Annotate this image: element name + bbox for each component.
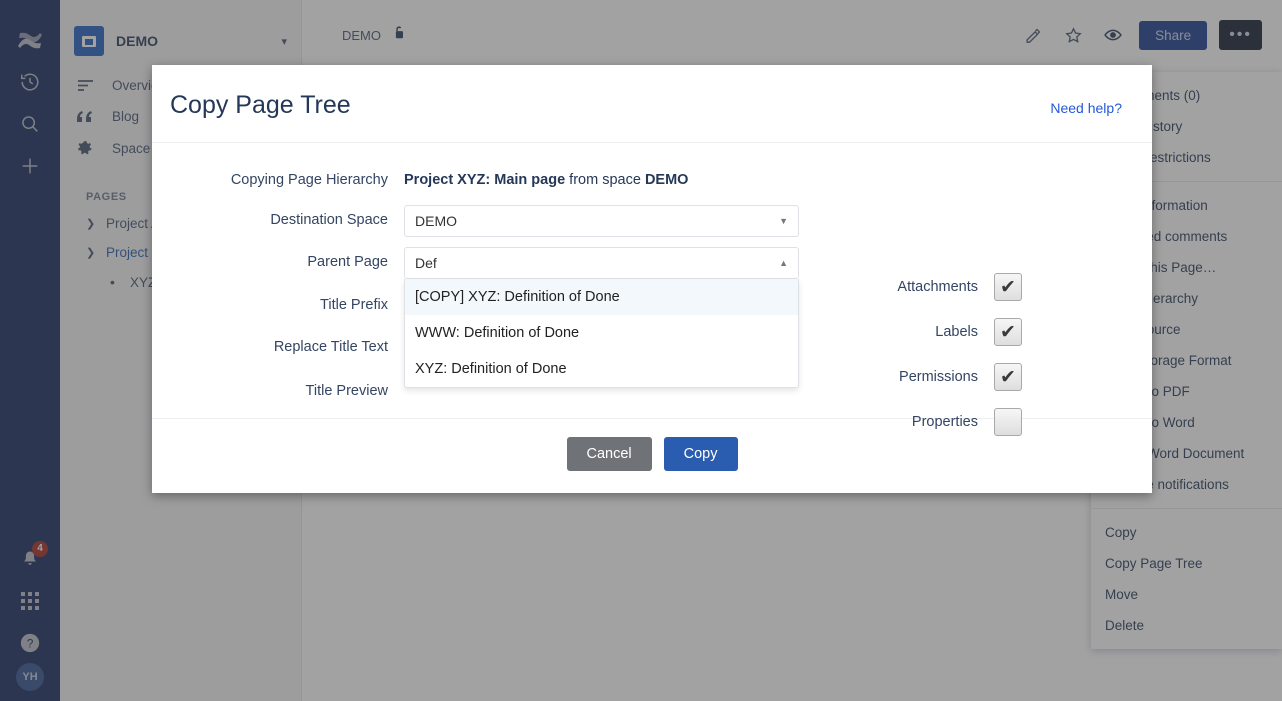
parent-page-dropdown-list: [COPY] XYZ: Definition of Done WWW: Defi… — [404, 279, 799, 388]
copy-options-group: Attachments ✔ Labels ✔ Permissions ✔ Pro… — [852, 273, 1152, 453]
app-root: 4 ? YH — [0, 0, 1282, 701]
option-attachments: Attachments ✔ — [852, 273, 1152, 301]
option-permissions: Permissions ✔ — [852, 363, 1152, 391]
hierarchy-space-name: DEMO — [644, 172, 689, 188]
option-label: Properties — [911, 414, 978, 430]
option-properties: Properties — [852, 408, 1152, 436]
row-copying-hierarchy: Copying Page Hierarchy Project XYZ: Main… — [152, 165, 1152, 195]
parent-page-input[interactable]: Def ▲ — [404, 247, 799, 279]
properties-checkbox[interactable] — [994, 408, 1022, 436]
dropdown-option[interactable]: XYZ: Definition of Done — [405, 351, 798, 387]
dialog-title: Copy Page Tree — [170, 91, 351, 119]
chevron-up-icon: ▲ — [779, 258, 788, 268]
hierarchy-page-name: Project XYZ: Main page — [404, 172, 566, 188]
copy-button[interactable]: Copy — [663, 437, 738, 471]
need-help-link[interactable]: Need help? — [1050, 100, 1122, 116]
option-label: Attachments — [897, 279, 978, 295]
copy-page-tree-dialog: Copy Page Tree Need help? Copying Page H… — [152, 65, 1152, 493]
row-destination-space: Destination Space DEMO ▼ — [152, 205, 1152, 237]
cancel-button[interactable]: Cancel — [566, 437, 652, 471]
destination-space-value: DEMO — [415, 213, 457, 229]
parent-page-combobox: Def ▲ [COPY] XYZ: Definition of Done WWW… — [404, 247, 799, 388]
attachments-checkbox[interactable]: ✔ — [994, 273, 1022, 301]
option-label: Permissions — [899, 369, 978, 385]
parent-page-value: Def — [415, 255, 437, 271]
dialog-header: Copy Page Tree Need help? — [152, 65, 1152, 143]
label-title-prefix: Title Prefix — [320, 297, 388, 313]
dialog-body: Copying Page Hierarchy Project XYZ: Main… — [152, 143, 1152, 436]
destination-space-select[interactable]: DEMO ▼ — [404, 205, 799, 237]
hierarchy-mid-text: from space — [565, 172, 645, 188]
label-title-preview: Title Preview — [305, 383, 388, 399]
value-copying-hierarchy: Project XYZ: Main page from space DEMO — [404, 165, 688, 195]
label-copying-hierarchy: Copying Page Hierarchy — [230, 172, 388, 188]
dropdown-option[interactable]: [COPY] XYZ: Definition of Done — [405, 279, 798, 315]
chevron-down-icon: ▼ — [779, 216, 788, 226]
option-labels: Labels ✔ — [852, 318, 1152, 346]
labels-checkbox[interactable]: ✔ — [994, 318, 1022, 346]
label-destination-space: Destination Space — [270, 212, 388, 228]
label-replace-title-text: Replace Title Text — [273, 339, 388, 355]
permissions-checkbox[interactable]: ✔ — [994, 363, 1022, 391]
label-parent-page: Parent Page — [307, 254, 388, 270]
option-label: Labels — [935, 324, 978, 340]
dropdown-option[interactable]: WWW: Definition of Done — [405, 315, 798, 351]
